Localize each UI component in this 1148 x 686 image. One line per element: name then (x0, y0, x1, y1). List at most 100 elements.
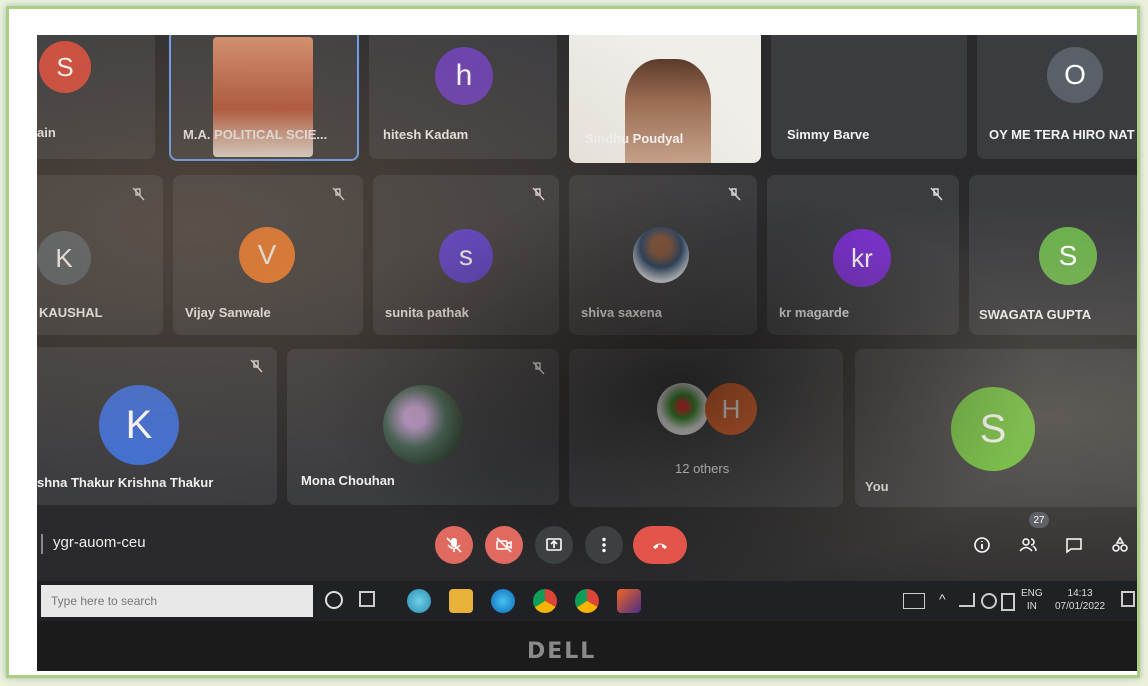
mic-off-icon (249, 359, 265, 375)
avatar-photo (383, 385, 463, 465)
activities-button[interactable] (1101, 526, 1137, 564)
taskbar-search-input[interactable]: Type here to search (41, 585, 313, 617)
mic-off-icon (131, 187, 147, 203)
laptop-bezel: DELL (37, 621, 1137, 671)
participant-tile-self[interactable]: S You (855, 349, 1137, 507)
battery-icon[interactable] (1001, 593, 1015, 611)
meeting-controls-bar: ygr-auom-ceu 27 (37, 512, 1137, 570)
windows-taskbar: Type here to search ^ ENG IN 14:13 07/01… (37, 581, 1137, 621)
participant-tile[interactable]: O OY ME TERA HIRO NAT (977, 35, 1137, 159)
participant-video (625, 59, 711, 163)
participant-tile-active-speaker[interactable]: M.A. POLITICAL SCIE... (169, 35, 359, 161)
office-icon[interactable] (617, 589, 641, 613)
more-options-button[interactable] (585, 526, 623, 564)
avatar: s (439, 229, 493, 283)
people-button[interactable]: 27 (1009, 512, 1049, 564)
notifications-icon[interactable] (1121, 591, 1135, 607)
avatar: S (1039, 227, 1097, 285)
participant-tile[interactable]: S SWAGATA GUPTA (969, 175, 1137, 335)
chat-button[interactable] (1055, 526, 1093, 564)
participant-name: sunita pathak (385, 305, 469, 320)
region-code: IN (1026, 601, 1037, 612)
avatar: K (37, 231, 91, 285)
more-vert-icon (602, 537, 606, 553)
language-code: ENG (1021, 588, 1043, 599)
participant-name: ain (37, 125, 56, 140)
chat-icon (1066, 538, 1082, 554)
avatar: S (951, 387, 1035, 471)
participant-name: You (865, 479, 889, 494)
camera-off-icon (496, 537, 512, 553)
participant-tile[interactable]: K KAUSHAL (37, 175, 163, 335)
participant-name: OY ME TERA HIRO NAT (989, 127, 1135, 142)
participant-tile[interactable]: shiva saxena (569, 175, 757, 335)
chevron-up-icon[interactable]: ^ (939, 591, 946, 607)
divider (41, 534, 43, 554)
participant-tile[interactable]: K shna Thakur Krishna Thakur (37, 347, 277, 505)
present-icon (546, 538, 562, 551)
participant-tile[interactable]: s sunita pathak (373, 175, 559, 335)
avatar: H (705, 383, 757, 435)
edge-icon[interactable] (491, 589, 515, 613)
activities-icon (1112, 536, 1128, 552)
avatar-photo (657, 383, 709, 435)
avatar: K (99, 385, 179, 465)
present-screen-button[interactable] (535, 526, 573, 564)
file-explorer-icon[interactable] (449, 589, 473, 613)
brand-logo: DELL (527, 639, 597, 664)
mic-toggle-button[interactable] (435, 526, 473, 564)
participant-tile[interactable]: h hitesh Kadam (369, 35, 557, 159)
end-call-button[interactable] (633, 526, 687, 564)
volume-icon[interactable] (981, 593, 997, 609)
participant-name: Vijay Sanwale (185, 305, 271, 320)
avatar: S (39, 41, 91, 93)
participant-name: Mona Chouhan (301, 473, 395, 488)
language-indicator[interactable]: ENG IN (1021, 587, 1043, 613)
laptop-screen: S ain M.A. POLITICAL SCIE... h hitesh Ka… (37, 35, 1137, 671)
participant-name: M.A. POLITICAL SCIE... (183, 127, 328, 142)
image-frame: S ain M.A. POLITICAL SCIE... h hitesh Ka… (6, 6, 1140, 678)
people-count-badge: 27 (1029, 512, 1049, 528)
network-icon[interactable] (959, 593, 975, 607)
chrome-icon[interactable] (575, 589, 599, 613)
avatar: h (435, 47, 493, 105)
camera-toggle-button[interactable] (485, 526, 523, 564)
participant-name: Sindhu Poudyal (585, 131, 684, 146)
others-count: 12 others (675, 461, 730, 476)
participant-tile[interactable]: V Vijay Sanwale (173, 175, 363, 335)
hang-up-icon (653, 543, 667, 549)
clock-date: 07/01/2022 (1055, 601, 1106, 612)
info-icon (974, 537, 990, 553)
meeting-details-button[interactable] (963, 526, 1001, 564)
clock-time: 14:13 (1067, 588, 1093, 599)
mic-off-icon (929, 187, 945, 203)
cortana-icon[interactable] (325, 591, 343, 609)
clock[interactable]: 14:13 07/01/2022 (1055, 587, 1105, 613)
participant-tile[interactable]: kr kr magarde (767, 175, 959, 335)
participant-name: SWAGATA GUPTA (979, 307, 1092, 322)
people-icon (1019, 538, 1037, 552)
participant-tile[interactable]: S ain (37, 35, 155, 159)
participant-name: shna Thakur Krishna Thakur (37, 475, 214, 490)
mic-off-icon (531, 187, 547, 203)
participant-name: kr magarde (779, 305, 850, 320)
mic-off-icon (331, 187, 347, 203)
participant-tile-others[interactable]: H 12 others (569, 349, 843, 507)
participant-name: Simmy Barve (787, 127, 870, 142)
participant-name: hitesh Kadam (383, 127, 469, 142)
chrome-icon[interactable] (533, 589, 557, 613)
participant-name: shiva saxena (581, 305, 662, 320)
task-view-icon[interactable] (359, 591, 375, 607)
participant-tile[interactable]: Mona Chouhan (287, 349, 559, 505)
participant-tile[interactable]: Simmy Barve (771, 35, 967, 159)
avatar-photo (633, 227, 689, 283)
avatar: V (239, 227, 295, 283)
keyboard-icon[interactable] (903, 593, 925, 609)
mic-off-icon (446, 537, 462, 553)
app-icon[interactable] (407, 589, 431, 613)
participant-tile[interactable]: Sindhu Poudyal (569, 35, 761, 163)
avatar: O (1047, 47, 1103, 103)
avatar: kr (833, 229, 891, 287)
mic-off-icon (531, 361, 547, 377)
meeting-code: ygr-auom-ceu (53, 534, 146, 551)
